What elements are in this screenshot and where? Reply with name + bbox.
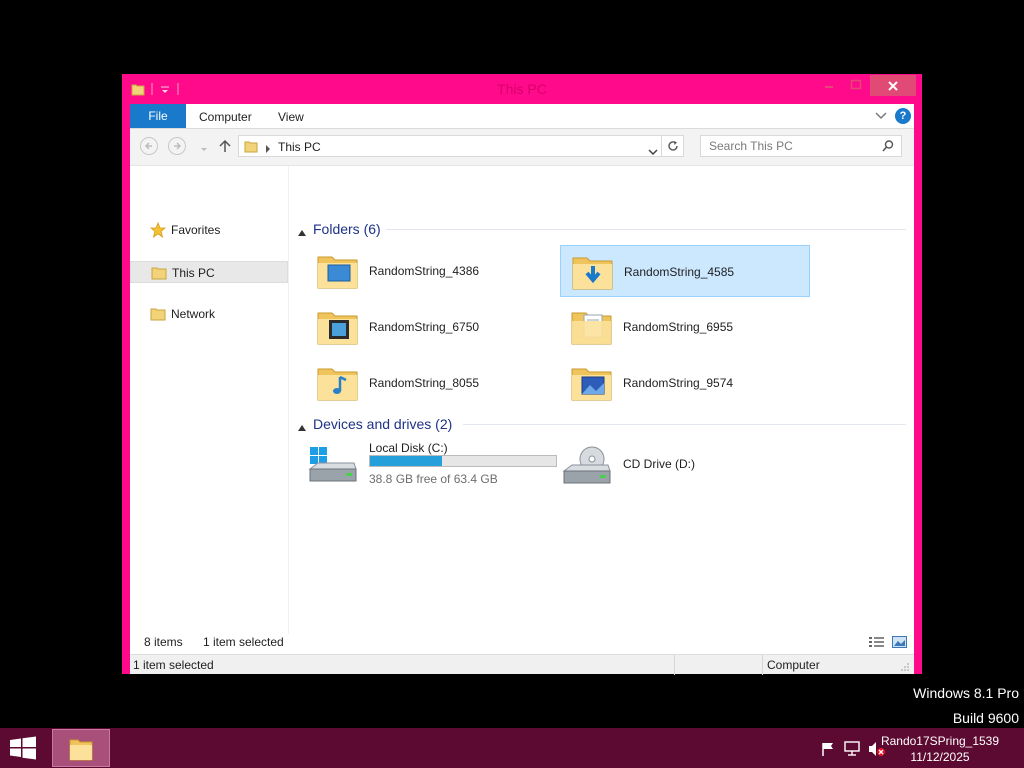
address-dropdown-icon[interactable] <box>648 144 658 158</box>
tab-computer[interactable]: Computer <box>199 104 252 128</box>
help-icon[interactable]: ? <box>895 108 911 124</box>
window-body: File Computer View ? This PC Search This… <box>130 104 914 675</box>
item-count-bar: 8 items 1 item selected <box>130 634 914 654</box>
window-title: This PC <box>497 81 547 97</box>
network-icon[interactable] <box>844 741 860 760</box>
status-bar: 1 item selected Computer <box>130 654 914 675</box>
forward-button[interactable] <box>168 137 186 155</box>
desktop-folder-icon <box>316 249 360 296</box>
search-icon[interactable] <box>881 139 895 156</box>
search-input[interactable] <box>701 136 879 156</box>
details-view-icon[interactable] <box>868 635 886 652</box>
up-arrow-icon[interactable] <box>218 139 232 156</box>
refresh-button[interactable] <box>662 135 684 157</box>
file-explorer-icon <box>69 739 93 761</box>
cd-drive-icon <box>562 445 612 490</box>
resize-grip-icon[interactable] <box>900 661 910 675</box>
address-bar[interactable]: This PC <box>238 135 662 157</box>
search-box[interactable] <box>700 135 902 157</box>
folder-name: RandomString_6955 <box>623 320 734 334</box>
drive-usage-bar <box>369 455 557 467</box>
folder-tile[interactable]: RandomString_6750 <box>306 301 556 353</box>
videos-folder-icon <box>316 305 360 352</box>
title-bar[interactable]: This PC <box>122 74 922 104</box>
folder-tile[interactable]: RandomString_4585 <box>560 245 810 297</box>
collapse-triangle-icon[interactable] <box>298 225 306 239</box>
navigation-bar: This PC <box>130 129 914 166</box>
close-icon <box>888 81 898 91</box>
back-button[interactable] <box>140 137 158 155</box>
folder-tile[interactable]: RandomString_8055 <box>306 357 556 409</box>
expand-ribbon-icon[interactable] <box>875 110 887 124</box>
group-title: Folders (6) <box>313 221 381 237</box>
nav-item-label: Favorites <box>171 223 221 237</box>
ribbon-tabs: File Computer View ? <box>130 104 914 129</box>
music-folder-icon <box>316 361 360 408</box>
status-selected: 1 item selected <box>133 658 214 672</box>
recent-locations-dropdown-icon[interactable] <box>200 142 208 156</box>
this-pc-icon <box>244 140 258 156</box>
drive-usage-fill <box>370 456 443 466</box>
star-icon <box>149 221 167 241</box>
minimize-button[interactable] <box>815 75 843 96</box>
taskbar: Rando17SPring_1539 11/12/2025 <box>0 728 1024 768</box>
navigation-pane: Favorites This PC Network <box>130 166 289 634</box>
pictures-folder-icon <box>570 361 614 408</box>
downloads-folder-icon <box>571 250 615 297</box>
back-arrow-icon <box>144 142 152 150</box>
windows-edition-watermark: Windows 8.1 Pro <box>913 685 1019 701</box>
status-divider <box>674 655 675 675</box>
folder-name: RandomString_4585 <box>624 265 735 279</box>
folder-name: RandomString_9574 <box>623 376 734 390</box>
status-divider <box>762 655 763 675</box>
hard-drive-icon <box>308 447 358 488</box>
drive-name: CD Drive (D:) <box>623 457 695 471</box>
folder-tile[interactable]: RandomString_9574 <box>560 357 810 409</box>
group-title: Devices and drives (2) <box>313 416 453 432</box>
status-zone: Computer <box>767 658 820 672</box>
nav-item-this-pc[interactable]: This PC <box>130 261 288 283</box>
taskbar-user-name[interactable]: Rando17SPring_1539 <box>872 734 1008 748</box>
item-count: 8 items <box>144 635 183 649</box>
selected-count: 1 item selected <box>203 635 284 649</box>
folder-name: RandomString_4386 <box>369 264 480 278</box>
folder-icon <box>151 265 167 284</box>
folder-icon <box>150 306 166 325</box>
windows-build-watermark: Build 9600 <box>952 710 1019 726</box>
documents-folder-icon <box>570 305 614 352</box>
drive-tile-c[interactable]: Local Disk (C:) 38.8 GB free of 63.4 GB <box>306 441 557 489</box>
taskbar-file-explorer-button[interactable] <box>52 729 110 767</box>
folders-group-header[interactable]: Folders (6) <box>298 219 910 239</box>
maximize-button[interactable] <box>843 75 869 96</box>
nav-item-favorites[interactable]: Favorites <box>130 219 288 241</box>
content-pane: Folders (6) RandomString_4386 RandomStri… <box>290 166 914 634</box>
folder-name: RandomString_6750 <box>369 320 480 334</box>
collapse-triangle-icon[interactable] <box>298 420 306 434</box>
breadcrumb-chevron-icon[interactable] <box>265 142 271 156</box>
start-button-windows-icon[interactable] <box>8 736 38 763</box>
drive-name: Local Disk (C:) <box>369 441 448 455</box>
drive-tile-d[interactable]: CD Drive (D:) <box>560 441 810 489</box>
drive-free-space: 38.8 GB free of 63.4 GB <box>369 472 498 486</box>
close-button[interactable] <box>870 75 916 96</box>
group-divider <box>463 424 906 425</box>
drives-group-header[interactable]: Devices and drives (2) <box>298 414 910 434</box>
action-center-flag-icon[interactable] <box>820 741 836 760</box>
folder-tile[interactable]: RandomString_6955 <box>560 301 810 353</box>
tab-view[interactable]: View <box>278 104 304 128</box>
forward-arrow-icon <box>174 142 182 150</box>
explorer-window: This PC File Computer View ? This PC Sea… <box>122 74 922 675</box>
taskbar-date[interactable]: 11/12/2025 <box>872 750 1008 764</box>
address-text[interactable]: This PC <box>278 140 321 154</box>
folder-name: RandomString_8055 <box>369 376 480 390</box>
group-divider <box>386 229 906 230</box>
nav-item-network[interactable]: Network <box>130 303 288 325</box>
tab-file[interactable]: File <box>130 104 186 128</box>
refresh-icon <box>667 141 678 151</box>
folder-tile[interactable]: RandomString_4386 <box>306 245 556 297</box>
large-icons-view-icon[interactable] <box>892 635 908 652</box>
nav-item-label: This PC <box>172 266 215 280</box>
nav-item-label: Network <box>171 307 216 321</box>
